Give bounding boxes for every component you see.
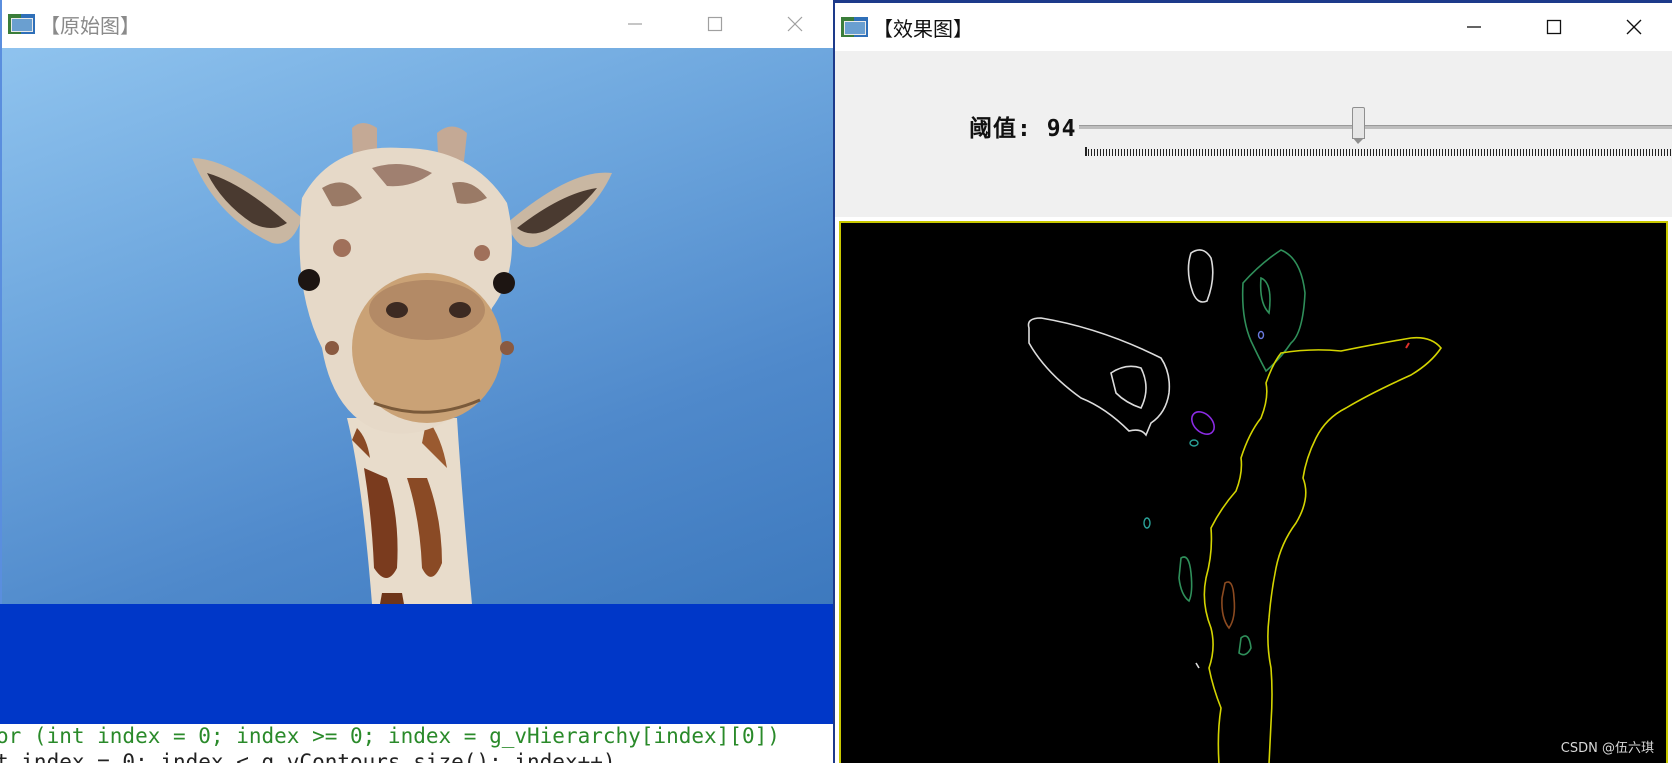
contour-brown-spot [1221, 581, 1236, 630]
close-icon[interactable] [1594, 3, 1672, 51]
watermark: CSDN @伍六琪 [1560, 741, 1654, 756]
contour-teal-dot [1143, 517, 1151, 529]
contour-green-ear [1241, 249, 1306, 373]
contour-green-spot [1178, 556, 1193, 603]
effect-window-title: 【效果图】 [873, 16, 973, 41]
desktop: 【原始图】 【效果图】 阈值: 94 CSDN @伍六琪 or (int ind… [0, 0, 1672, 763]
threshold-slider[interactable] [1079, 107, 1672, 151]
effect-window-titlebar[interactable]: 【效果图】 [835, 3, 1672, 51]
app-icon [841, 16, 869, 38]
app-icon [8, 13, 36, 35]
original-image-window: 【原始图】 [0, 0, 835, 604]
trackbar-label: 阈值: 94 [969, 109, 1076, 143]
close-icon[interactable] [755, 0, 835, 48]
contour-white-oval [1187, 249, 1214, 303]
contour-green-spot-2 [1238, 635, 1252, 656]
trackbar-value: 94 [1046, 116, 1077, 142]
giraffe-photo [2, 48, 835, 604]
effect-image-window: 【效果图】 阈值: 94 CSDN @伍六琪 [833, 0, 1672, 763]
resize-handle[interactable] [1666, 703, 1672, 717]
contour-white-tick [1195, 662, 1200, 669]
code-line-2: t index = 0; index < g_vContours.size();… [0, 750, 616, 763]
contour-white-ear [1027, 317, 1171, 437]
trackbar-label-text: 阈值: [969, 116, 1032, 142]
contour-purple [1191, 411, 1215, 435]
original-window-controls [595, 0, 835, 48]
original-window-titlebar[interactable]: 【原始图】 [2, 0, 835, 48]
minimize-icon[interactable] [1434, 3, 1514, 51]
effect-canvas-frame: CSDN @伍六琪 [835, 217, 1672, 763]
contour-canvas: CSDN @伍六琪 [839, 221, 1668, 763]
contour-blue-mark [1257, 330, 1265, 340]
trackbar-panel: 阈值: 94 [835, 51, 1672, 217]
maximize-icon[interactable] [675, 0, 755, 48]
maximize-icon[interactable] [1514, 3, 1594, 51]
slider-ticks [1085, 147, 1672, 156]
contour-teal-small [1189, 439, 1199, 447]
contour-yellow-body [1203, 336, 1442, 763]
contour-red-mark [1405, 342, 1410, 349]
slider-track[interactable] [1079, 125, 1672, 129]
original-window-title: 【原始图】 [40, 13, 140, 38]
effect-window-controls [1434, 3, 1672, 51]
code-line-1: or (int index = 0; index >= 0; index = g… [0, 724, 780, 748]
slider-thumb[interactable] [1352, 107, 1365, 144]
minimize-icon[interactable] [595, 0, 675, 48]
code-editor-strip: or (int index = 0; index >= 0; index = g… [0, 724, 833, 763]
